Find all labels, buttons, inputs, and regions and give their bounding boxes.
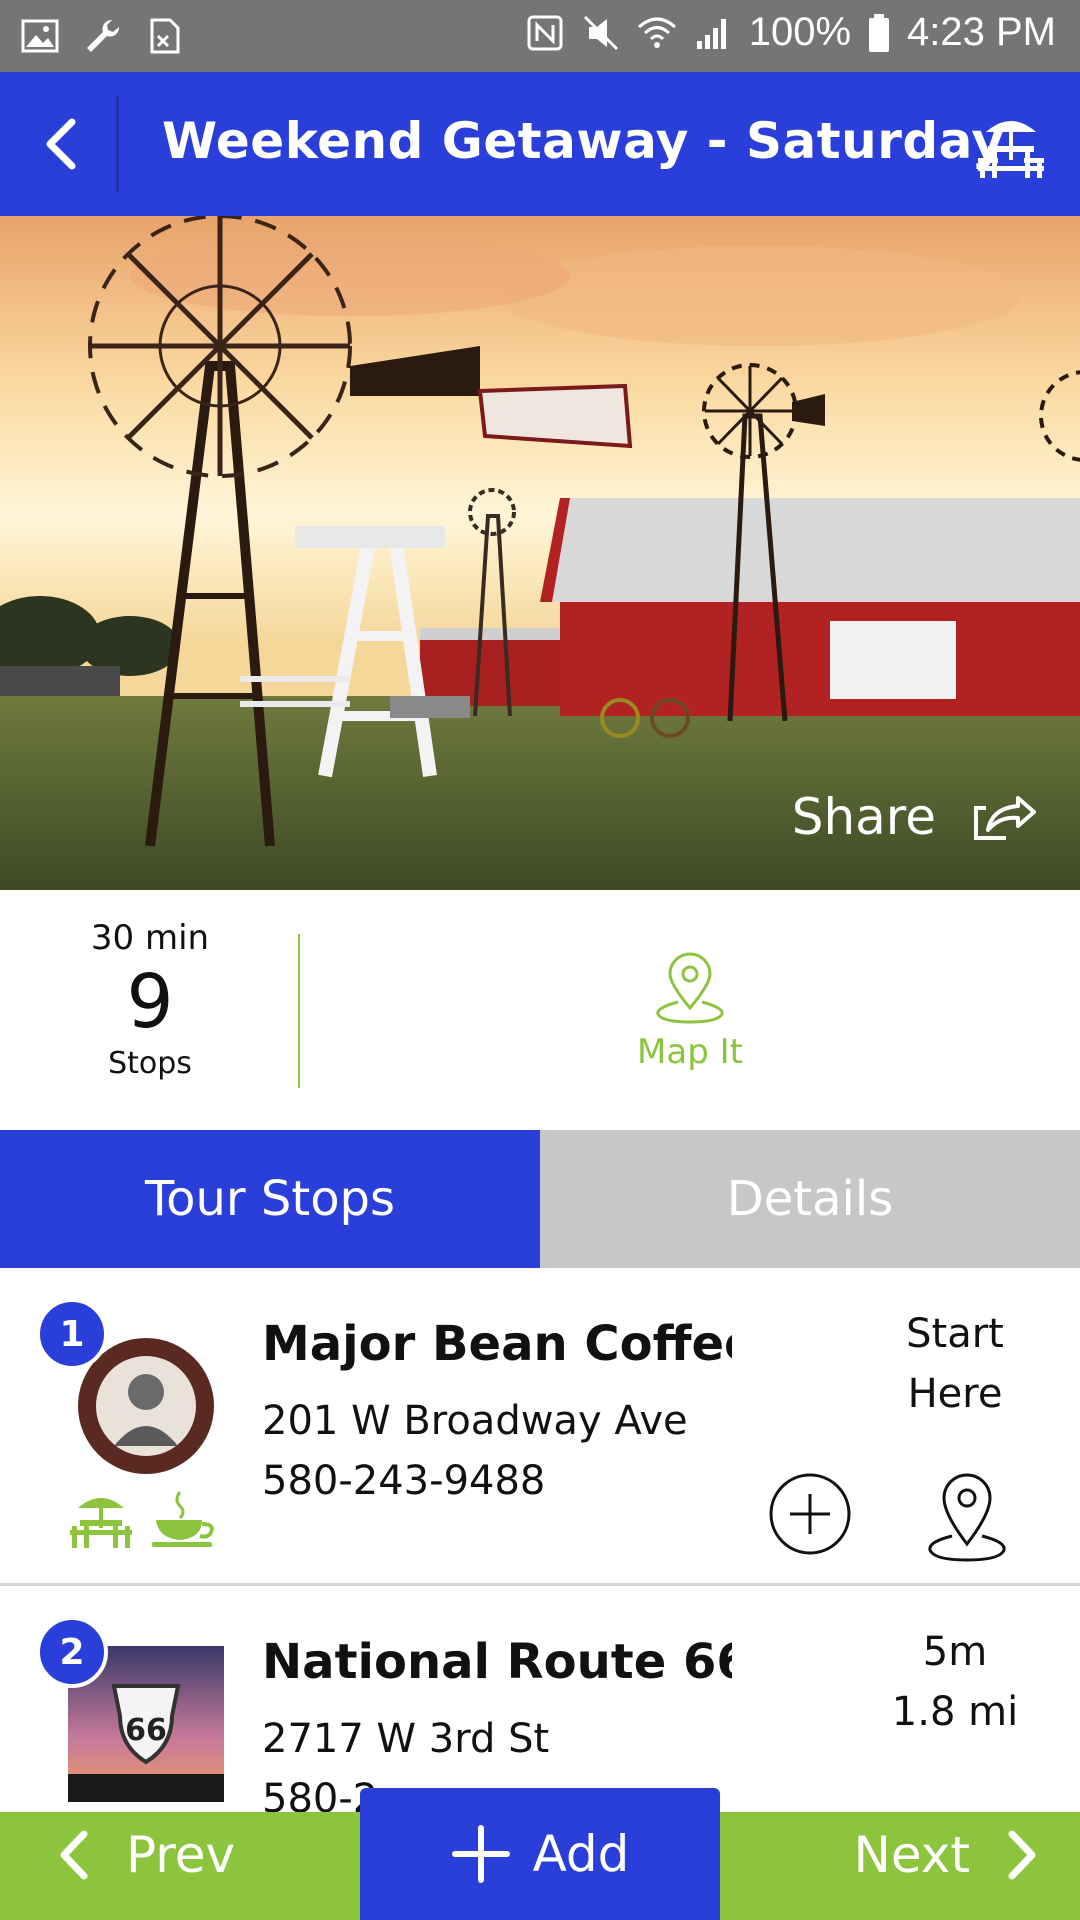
image-icon [21,19,59,53]
tour-duration: 30 min [90,918,210,958]
tour-summary: 30 min 9 Stops Map It [0,890,1080,1130]
back-button[interactable] [20,102,100,186]
next-button[interactable]: Next [854,1826,1040,1884]
stop-name: Major Bean Coffee... [262,1316,732,1372]
tab-details[interactable]: Details [540,1130,1080,1268]
coffee-cup-icon [152,1491,214,1547]
clock: 4:23 PM [907,10,1056,54]
tour-stats: 30 min 9 Stops [60,918,240,1081]
wifi-icon [637,17,676,48]
stop-phone[interactable]: 580-243-9488 [262,1458,545,1504]
nfc-icon [527,15,563,50]
stop-count: 9 [126,959,174,1045]
map-it-button[interactable]: Map It [620,952,760,1072]
chevron-right-icon [1008,1830,1036,1880]
share-icon [974,796,1036,840]
appbar-divider [116,96,119,192]
prev-button[interactable]: Prev [56,1826,235,1884]
page-title: Weekend Getaway - Saturday [162,112,1005,170]
add-label: Add [532,1825,630,1883]
wrench-icon [87,19,120,52]
sim-off-icon [150,18,180,54]
list-item[interactable]: 1 Major Bean Coffee... 201 W Broadw [0,1268,1080,1586]
picnic-table-icon[interactable] [976,112,1046,182]
summary-divider [298,934,300,1088]
battery-percent: 100% [748,10,852,54]
stop-travel-time: 5m [922,1629,988,1675]
prev-label: Prev [126,1826,236,1884]
tab-bar: Tour Stops Details [0,1130,1080,1268]
map-it-label: Map It [637,1032,743,1072]
stop-address: 2717 W 3rd St [262,1716,550,1762]
add-stop-button[interactable] [768,1472,852,1556]
plus-icon [451,1825,510,1883]
status-left-icons [20,16,184,56]
mute-icon [583,15,618,50]
status-right: 100% 4:23 PM [525,10,1056,55]
app-bar: Weekend Getaway - Saturday [0,72,1080,216]
stop-side-line2: Here [907,1371,1003,1417]
map-pin-icon [656,952,724,1024]
stop-start-label: Start Here [880,1304,1030,1424]
stop-number-badge: 2 [36,1616,108,1688]
signal-icon [696,18,726,49]
stop-address: 201 W Broadway Ave [262,1398,688,1444]
picnic-table-icon [70,1498,132,1548]
stop-side-line1: Start [906,1311,1004,1357]
add-button[interactable]: Add [360,1788,720,1920]
back-arrow-icon [46,118,76,170]
stop-number-badge: 1 [36,1298,108,1370]
share-button[interactable]: Share [792,788,1036,846]
tab-tour-stops[interactable]: Tour Stops [0,1130,540,1268]
stop-tags [66,1490,220,1550]
stop-distance: 5m 1.8 mi [880,1622,1030,1742]
hero-image: Share [0,216,1080,890]
chevron-left-icon [60,1830,88,1880]
stop-name: National Route 66 .. [262,1634,732,1690]
next-label: Next [853,1826,970,1884]
status-bar: 100% 4:23 PM [0,0,1080,72]
stop-map-pin-icon[interactable] [922,1468,1012,1564]
battery-icon [869,13,890,52]
stop-travel-distance: 1.8 mi [891,1689,1019,1735]
share-label: Share [791,788,936,846]
svg-text:66: 66 [125,1713,167,1748]
stops-label: Stops [108,1046,192,1081]
